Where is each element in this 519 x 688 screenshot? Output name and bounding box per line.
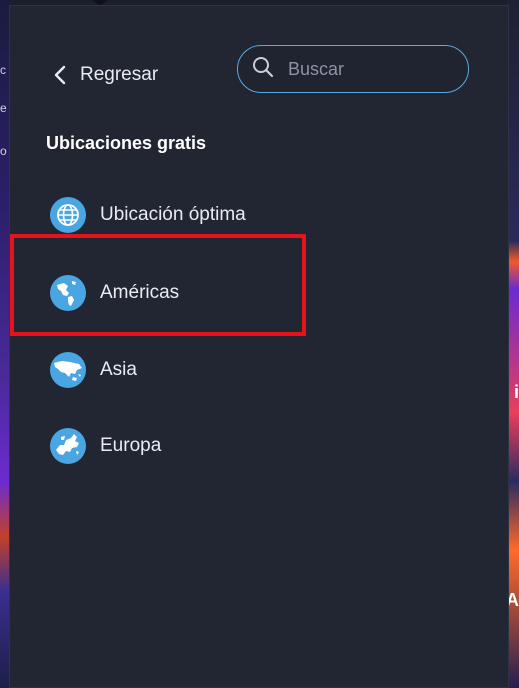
globe-europe-icon — [50, 428, 86, 464]
globe-americas-icon — [50, 275, 86, 311]
locations-panel: Regresar Ubicaciones gratis Ubicación óp… — [9, 5, 509, 688]
location-item-europe[interactable]: Europa — [50, 426, 161, 466]
back-button[interactable]: Regresar — [54, 59, 158, 91]
back-button-label: Regresar — [80, 64, 159, 85]
location-item-label: Ubicación óptima — [100, 204, 246, 225]
globe-asia-icon — [50, 352, 86, 388]
background-fragment: i — [513, 382, 519, 402]
location-item-label: Américas — [100, 282, 180, 303]
chevron-left-icon — [54, 65, 66, 85]
search-box[interactable] — [237, 45, 469, 93]
location-item-americas[interactable]: Américas — [50, 273, 179, 313]
location-item-label: Asia — [100, 359, 137, 380]
location-item-label: Europa — [100, 435, 162, 456]
section-title: Ubicaciones gratis — [46, 133, 207, 153]
location-item-asia[interactable]: Asia — [50, 350, 137, 390]
search-input[interactable] — [286, 57, 450, 81]
location-item-optimal[interactable]: Ubicación óptima — [50, 195, 246, 235]
search-icon — [252, 56, 274, 83]
globe-grid-icon — [50, 197, 86, 233]
